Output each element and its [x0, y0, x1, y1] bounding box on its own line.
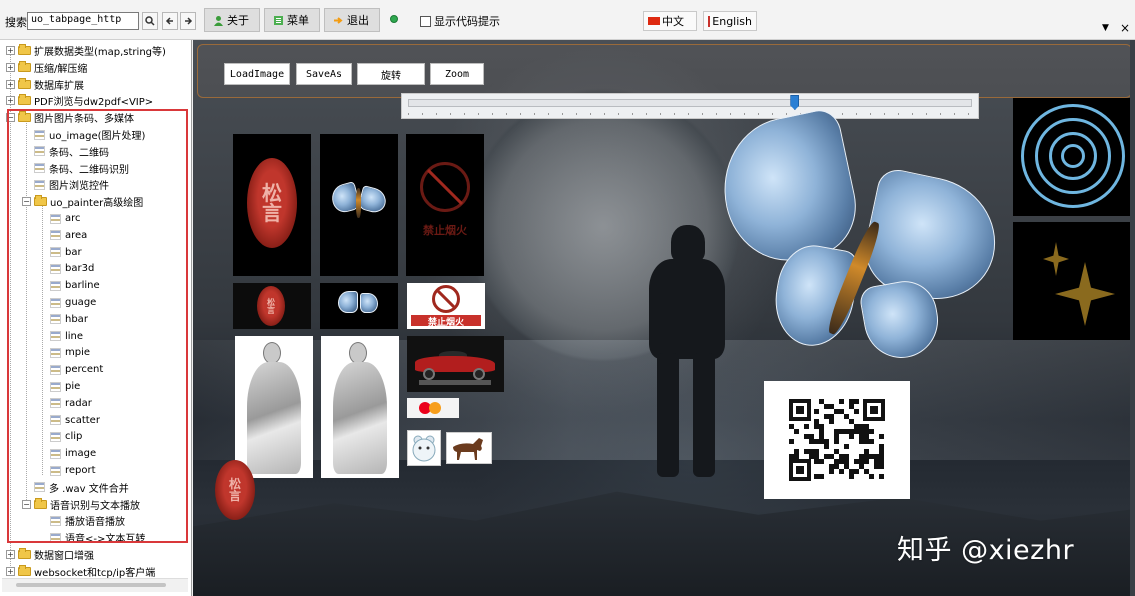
- sidebar-item-label: websocket和tcp/ip客户端: [34, 567, 156, 579]
- qr-code-image[interactable]: [764, 381, 910, 499]
- butterfly-image-large[interactable]: [320, 134, 398, 276]
- folder-icon: [18, 548, 31, 559]
- seal-glyph-floating: 松言: [228, 477, 241, 503]
- seal-image-large[interactable]: 松言: [233, 134, 311, 276]
- lang-english-button[interactable]: English: [703, 11, 757, 31]
- sage-image-1[interactable]: [235, 336, 313, 478]
- status-dot-icon: [390, 15, 398, 23]
- horse-image[interactable]: [446, 432, 492, 464]
- expand-icon[interactable]: +: [6, 79, 15, 89]
- search-button[interactable]: [142, 12, 158, 30]
- zoom-slider[interactable]: [401, 93, 979, 119]
- user-icon: [214, 15, 223, 26]
- no-smoking-image[interactable]: 禁止烟火: [407, 283, 485, 329]
- button-panel: LoadImage SaveAs 旋转 Zoom: [197, 44, 1132, 98]
- stage-vertical-scrollbar[interactable]: [1130, 40, 1135, 596]
- no-smoking-text-dark: 禁止烟火: [423, 224, 467, 237]
- search-label: 搜索: [5, 16, 27, 29]
- sparkle-image[interactable]: [1013, 222, 1133, 340]
- rotate-button[interactable]: 旋转: [357, 63, 425, 85]
- seal-glyph: 松言: [262, 181, 282, 225]
- bear-image[interactable]: [407, 430, 441, 466]
- folder-icon: [18, 44, 31, 55]
- zoom-slider-track[interactable]: [408, 99, 972, 107]
- folder-icon: [18, 60, 31, 72]
- back-arrow-icon: [165, 17, 173, 25]
- lang-chinese-button[interactable]: 中文: [643, 11, 697, 31]
- menu-label: 菜单: [287, 14, 309, 27]
- show-code-hint-label: 显示代码提示: [434, 15, 500, 28]
- exit-button[interactable]: 退出: [324, 8, 380, 32]
- forward-button[interactable]: [180, 12, 196, 30]
- search-input[interactable]: uo_tabpage_http: [27, 12, 139, 30]
- sage-image-2[interactable]: [321, 336, 399, 478]
- menu-button[interactable]: 菜单: [264, 8, 320, 32]
- sidebar-item-item-1[interactable]: + 压缩/解压缩: [6, 59, 87, 76]
- folder-icon: [18, 77, 31, 89]
- zoom-slider-thumb[interactable]: [790, 95, 800, 110]
- no-smoking-image-dark[interactable]: 禁止烟火: [406, 134, 484, 276]
- sidebar-item-label: 数据窗口增强: [34, 551, 94, 562]
- expand-icon[interactable]: +: [6, 96, 15, 106]
- butterfly-image-small[interactable]: [320, 283, 398, 329]
- sidebar-item-map-string-0[interactable]: + 扩展数据类型(map,string等): [6, 42, 166, 59]
- back-button[interactable]: [162, 12, 178, 30]
- expand-icon[interactable]: +: [6, 62, 15, 72]
- save-as-button[interactable]: SaveAs: [296, 63, 352, 85]
- seal-image-floating[interactable]: 松言: [215, 460, 255, 520]
- sidebar-item-item-2[interactable]: + 数据库扩展: [6, 76, 84, 93]
- car-image[interactable]: [407, 336, 504, 392]
- menu-icon: [274, 15, 283, 25]
- sidebar-item-label: 扩展数据类型(map,string等): [34, 47, 166, 58]
- expand-icon[interactable]: +: [6, 566, 15, 576]
- watermark: 知乎 @xiezhr: [897, 535, 1075, 566]
- show-code-hint-checkbox[interactable]: 显示代码提示: [420, 13, 500, 29]
- no-smoking-text: 禁止烟火: [411, 315, 481, 328]
- exit-icon: [334, 16, 343, 24]
- butterfly-image-main[interactable]: [710, 106, 1008, 366]
- lang-english-label: English: [712, 14, 752, 28]
- china-flag-icon: [648, 17, 660, 25]
- folder-icon: [18, 564, 31, 576]
- sidebar-item-label: 数据库扩展: [34, 80, 84, 92]
- seal-image-small[interactable]: 松言: [233, 283, 311, 329]
- lang-chinese-label: 中文: [662, 15, 684, 28]
- search-icon: [145, 16, 155, 26]
- dropdown-icon[interactable]: ▼: [1102, 23, 1109, 33]
- toolbar: 搜索 uo_tabpage_http 关于 菜单 退出 显示代码提示 中文 En…: [0, 0, 1135, 40]
- folder-icon: [18, 94, 31, 106]
- load-image-button[interactable]: LoadImage: [224, 63, 290, 85]
- highlight-frame: [7, 109, 188, 543]
- expand-icon[interactable]: +: [6, 46, 15, 55]
- mastercard-logo-image[interactable]: [407, 398, 459, 418]
- sidebar-item-pdf-dw2pdf-vip-3[interactable]: + PDF浏览与dw2pdf<VIP>: [6, 92, 153, 109]
- checkbox-box[interactable]: [420, 15, 431, 27]
- forward-arrow-icon: [185, 17, 193, 25]
- scrollbar-thumb[interactable]: [16, 583, 166, 587]
- sidebar-tree: + 扩展数据类型(map,string等) + 压缩/解压缩 + 数据库扩展 + PDF浏览与…: [0, 40, 192, 596]
- sidebar-horizontal-scrollbar[interactable]: [2, 578, 188, 592]
- zoom-button[interactable]: Zoom: [430, 63, 484, 85]
- about-label: 关于: [227, 14, 249, 27]
- sidebar-item-label: PDF浏览与dw2pdf<VIP>: [34, 97, 154, 109]
- seal-glyph-small: 松言: [267, 297, 275, 315]
- app-window: 搜索 uo_tabpage_http 关于 菜单 退出 显示代码提示 中文 En…: [0, 0, 1135, 596]
- exit-label: 退出: [347, 14, 369, 27]
- close-icon[interactable]: ×: [1120, 21, 1130, 35]
- horse-icon: [453, 438, 483, 460]
- bear-icon: [412, 435, 436, 462]
- image-stage[interactable]: LoadImage SaveAs 旋转 Zoom 松言 松言 松言 禁止烟火 禁…: [193, 40, 1135, 596]
- sidebar-item-label: 压缩/解压缩: [34, 63, 88, 75]
- about-button[interactable]: 关于: [204, 8, 260, 32]
- expand-icon[interactable]: +: [6, 550, 15, 559]
- sidebar-item-item-30[interactable]: + 数据窗口增强: [6, 546, 94, 563]
- spiral-image[interactable]: [1013, 98, 1133, 216]
- pdf-icon: [708, 15, 711, 27]
